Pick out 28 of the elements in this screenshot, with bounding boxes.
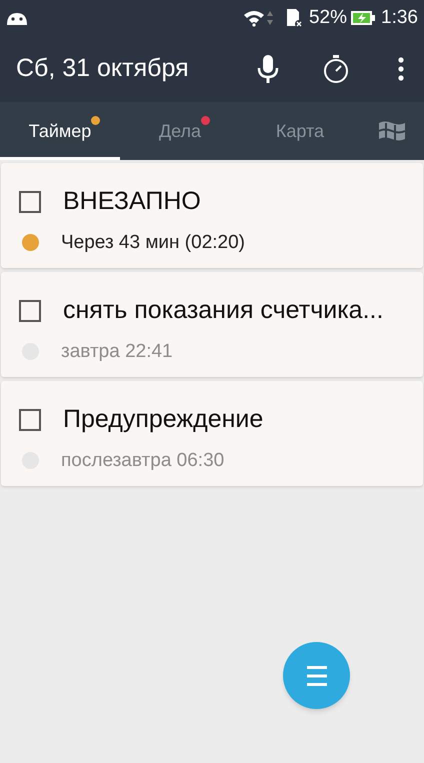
checkbox[interactable] (19, 190, 41, 213)
date-title: Сб, 31 октября (16, 53, 190, 84)
due-time: Через 43 мин (02:20) (61, 230, 245, 254)
more-icon[interactable] (398, 57, 404, 81)
stopwatch-icon[interactable] (322, 54, 350, 84)
battery-percent: 52% (308, 6, 348, 30)
menu-icon (306, 664, 326, 686)
microphone-icon[interactable] (257, 54, 279, 84)
checkbox[interactable] (19, 408, 41, 431)
due-time: завтра 22:41 (61, 340, 173, 364)
battery-charging-icon (351, 10, 376, 26)
flag-icon[interactable] (377, 120, 407, 142)
data-arrows-icon (266, 10, 273, 26)
tab[interactable]: Карта (276, 120, 324, 140)
task-card[interactable]: снять показания счетчика... завтра 22:41 (1, 272, 423, 377)
checkbox[interactable] (19, 300, 41, 322)
due-time: послезавтра 06:30 (61, 448, 224, 472)
task-title: ВНЕЗАПНО (63, 186, 201, 217)
wifi-icon (242, 9, 265, 27)
tab[interactable]: Таймер (28, 120, 92, 140)
clock: 1:36 (381, 6, 418, 30)
task-title: Предупреждение (63, 404, 264, 435)
tab[interactable]: Дела (158, 120, 202, 140)
task-card[interactable]: ВНЕЗАПНО Через 43 мин (02:20) (1, 163, 423, 268)
android-icon (6, 10, 28, 26)
task-card[interactable]: Предупреждение послезавтра 06:30 (1, 381, 423, 486)
task-title: снять показания счетчика... (63, 295, 384, 326)
menu-fab[interactable] (283, 642, 350, 709)
